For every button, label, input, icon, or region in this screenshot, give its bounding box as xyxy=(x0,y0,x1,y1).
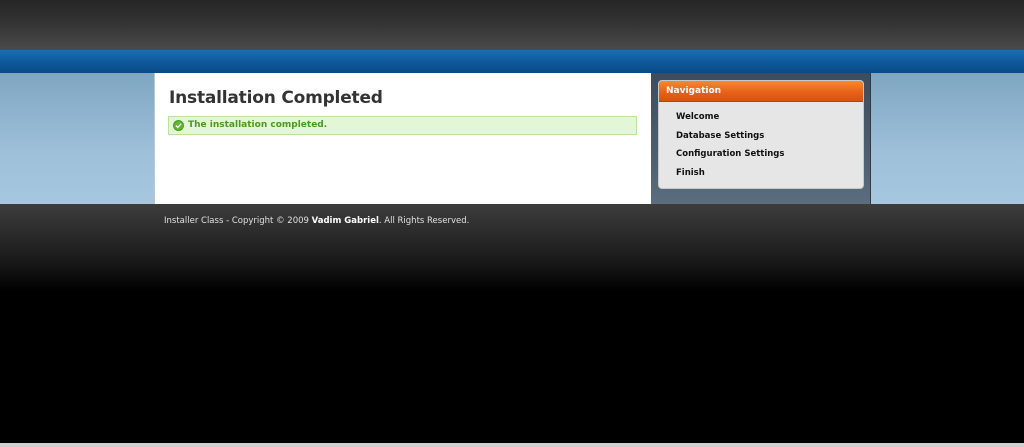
navigation-header: Navigation xyxy=(659,81,863,102)
footer-copyright: Installer Class - Copyright © 2009 Vadim… xyxy=(164,216,469,226)
nav-item-database-settings[interactable]: Database Settings xyxy=(676,131,784,150)
bottom-border xyxy=(0,443,1024,447)
main-content: Installation Completed The installation … xyxy=(154,73,652,204)
nav-item-welcome[interactable]: Welcome xyxy=(676,112,784,131)
check-circle-icon xyxy=(173,120,184,131)
nav-item-configuration-settings[interactable]: Configuration Settings xyxy=(676,149,784,168)
footer: Installer Class - Copyright © 2009 Vadim… xyxy=(0,204,1024,447)
success-message-text: The installation completed. xyxy=(188,120,328,130)
footer-prefix: Installer Class - Copyright © 2009 xyxy=(164,216,312,226)
navigation-list: Welcome Database Settings Configuration … xyxy=(676,112,784,186)
nav-item-finish[interactable]: Finish xyxy=(676,168,784,187)
footer-author: Vadim Gabriel xyxy=(311,216,379,226)
page-title: Installation Completed xyxy=(169,88,383,108)
blue-nav-strip xyxy=(0,50,1024,74)
footer-suffix: . All Rights Reserved. xyxy=(378,216,470,226)
top-header-bar xyxy=(0,0,1024,50)
navigation-box: Navigation Welcome Database Settings Con… xyxy=(658,80,864,189)
success-message-box: The installation completed. xyxy=(168,116,637,135)
sidebar: Navigation Welcome Database Settings Con… xyxy=(651,73,871,204)
